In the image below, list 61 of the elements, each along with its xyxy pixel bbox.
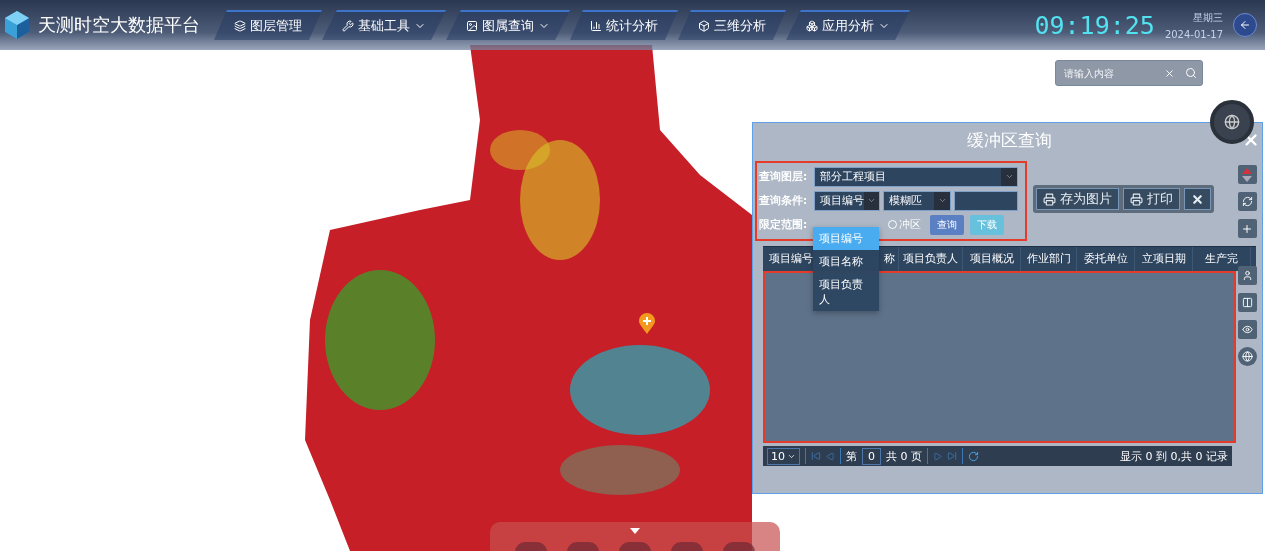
printer-icon: [1043, 192, 1056, 206]
toolbar-button[interactable]: 打印: [1123, 188, 1180, 210]
caret-icon: [864, 191, 879, 210]
refresh-icon[interactable]: [1237, 192, 1257, 211]
search-field[interactable]: 请输入内容: [1056, 66, 1158, 80]
value-input[interactable]: [954, 190, 1018, 211]
globe-icon[interactable]: [1237, 347, 1257, 366]
panel-title: 缓冲区查询: [966, 128, 1053, 152]
dropdown-option[interactable]: 项目负责人: [813, 273, 879, 311]
compass-icon[interactable]: [1210, 100, 1254, 144]
nav-icon: [234, 20, 246, 32]
match-select[interactable]: 模糊匹: [883, 190, 951, 211]
date-text: 2024-01-17: [1164, 28, 1223, 40]
up-down-arrows-icon[interactable]: [1237, 165, 1257, 184]
columns-icon[interactable]: [1237, 293, 1257, 312]
weekday-text: 星期三: [1193, 10, 1223, 25]
last-page-icon[interactable]: [947, 451, 957, 461]
query-button[interactable]: 查询: [930, 214, 964, 235]
nav-icon: [342, 20, 354, 32]
cube-logo-icon: [4, 10, 30, 40]
close-button[interactable]: [1184, 188, 1211, 210]
close-icon[interactable]: [1242, 131, 1260, 149]
arrow-left-icon: [1239, 19, 1251, 31]
nav-icon: [466, 20, 478, 32]
field-select[interactable]: 项目编号: [814, 190, 880, 211]
nav-tab[interactable]: 三维分析: [678, 10, 786, 40]
nav-icon: [698, 20, 710, 32]
page-total: 共 0 页: [886, 448, 922, 464]
page-size-select[interactable]: 10: [767, 447, 800, 465]
caret-icon: [1001, 167, 1017, 186]
back-button[interactable]: [1233, 13, 1257, 37]
layer-select[interactable]: 部分工程项目: [814, 166, 1018, 187]
clock-time: 09:19:25: [1034, 10, 1155, 40]
caret-down-icon[interactable]: [630, 528, 640, 534]
page-label: 第: [846, 448, 857, 464]
zoom-in-icon[interactable]: [1237, 219, 1257, 238]
refresh-icon[interactable]: [968, 450, 979, 462]
eye-icon[interactable]: [1237, 320, 1257, 339]
nav-icon: [806, 20, 818, 32]
caret-icon: [934, 191, 950, 210]
nav-tab[interactable]: 基础工具: [322, 10, 446, 40]
search-bar[interactable]: 请输入内容: [1055, 60, 1203, 86]
nav-icon: [590, 20, 602, 32]
next-page-icon[interactable]: [933, 451, 942, 461]
field-label: 查询条件:: [759, 193, 809, 208]
field-label: 限定范围:: [759, 217, 809, 232]
nav-tab[interactable]: 图层管理: [214, 10, 322, 40]
field-label: 查询图层:: [759, 169, 809, 184]
record-summary: 显示 0 到 0,共 0 记录: [1120, 448, 1228, 464]
nav-tab[interactable]: 应用分析: [786, 10, 910, 40]
first-page-icon[interactable]: [811, 451, 821, 461]
map-pin-icon: [638, 313, 656, 335]
user-icon[interactable]: [1237, 266, 1257, 285]
page-input[interactable]: 0: [862, 447, 881, 465]
app-title: 天测时空大数据平台: [38, 13, 200, 37]
close-icon: [1191, 192, 1204, 206]
toolbar-button[interactable]: 存为图片: [1036, 188, 1119, 210]
nav-tab[interactable]: 统计分析: [570, 10, 678, 40]
nav-tab[interactable]: 图属查询: [446, 10, 570, 40]
printer-icon: [1130, 192, 1143, 206]
prev-page-icon[interactable]: [826, 451, 835, 461]
